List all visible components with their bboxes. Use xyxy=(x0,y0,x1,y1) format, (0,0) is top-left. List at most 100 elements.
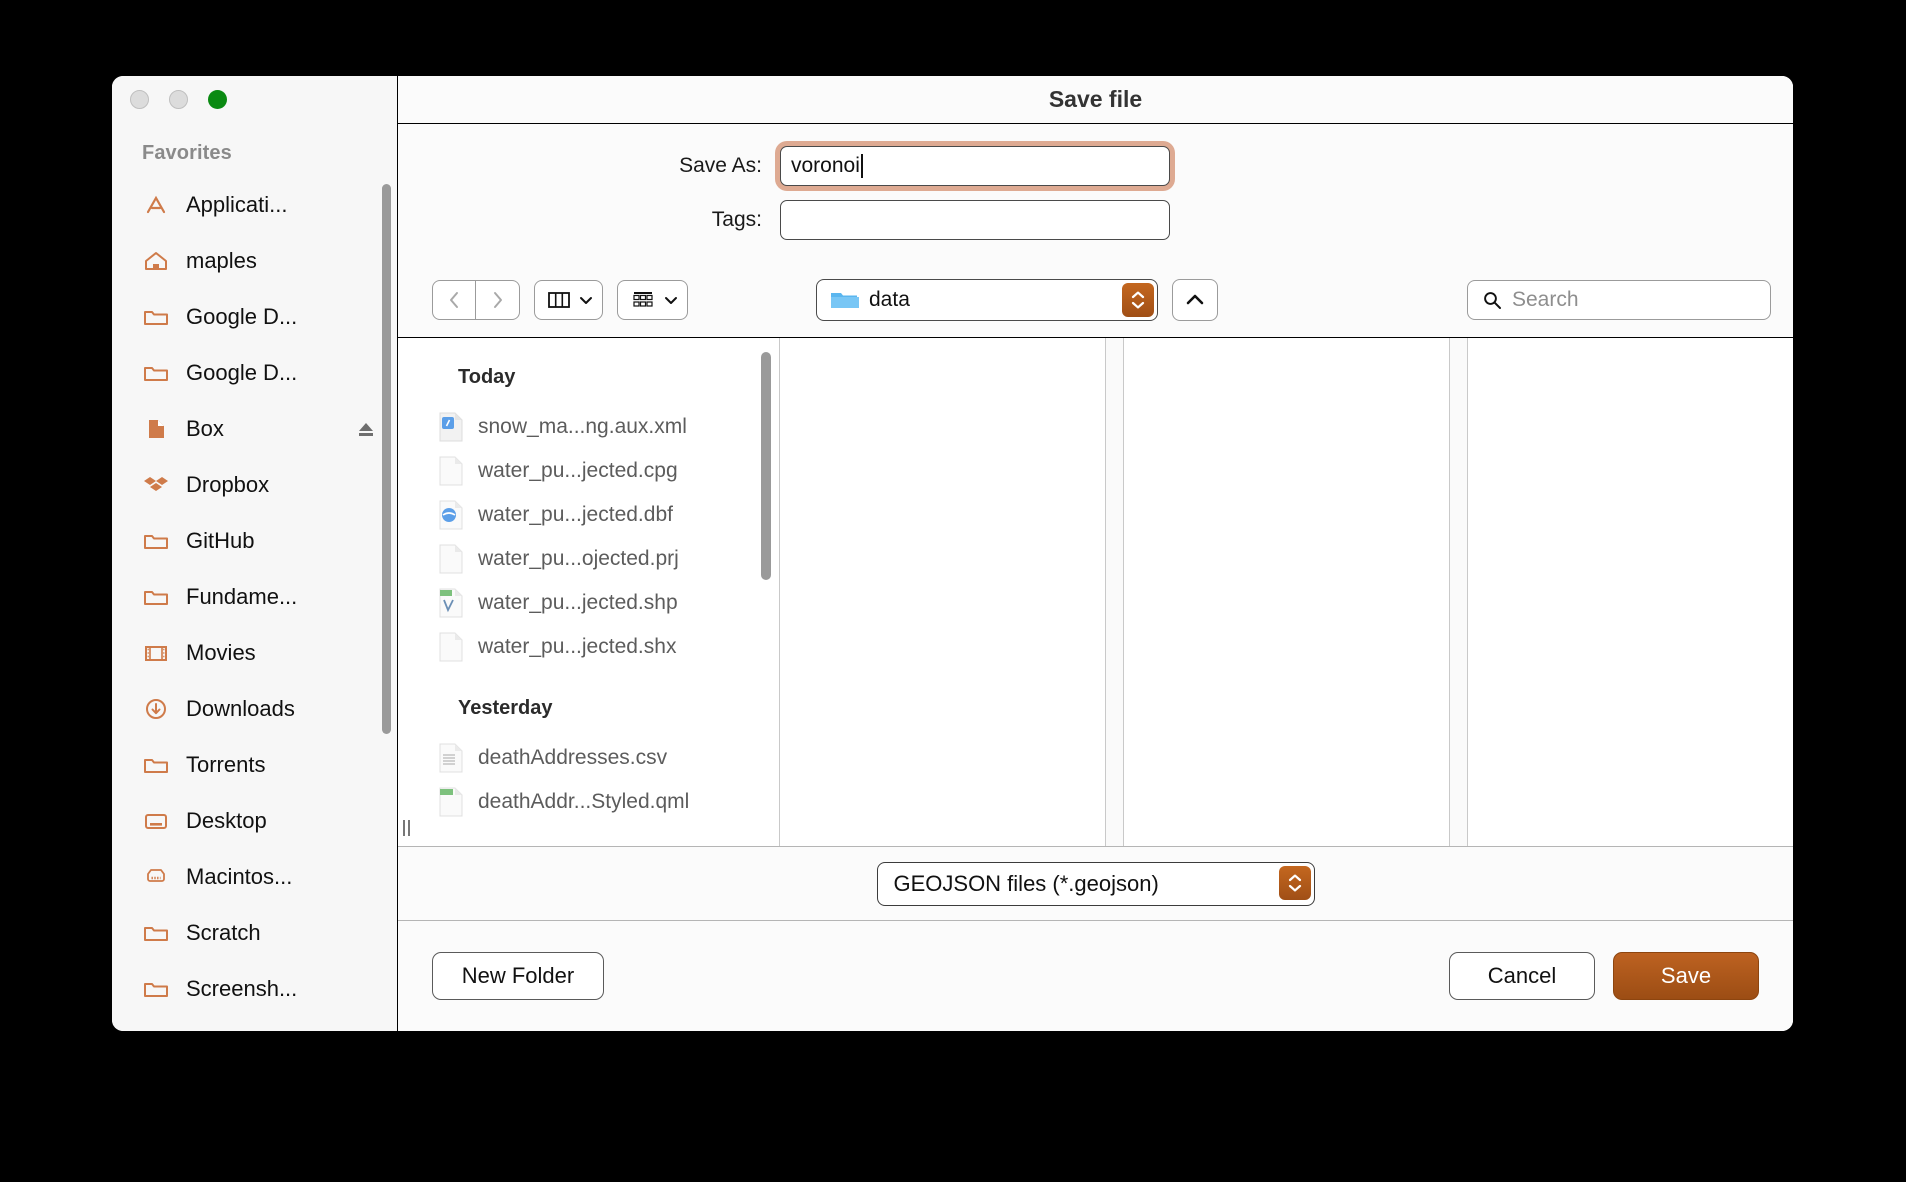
path-popup-button[interactable]: data xyxy=(816,278,1158,321)
sidebar-item-label: Box xyxy=(186,416,224,441)
minimize-button[interactable] xyxy=(169,90,188,109)
forward-button[interactable] xyxy=(476,279,520,320)
qml-file-icon xyxy=(438,787,464,817)
preview-column-2[interactable] xyxy=(1124,338,1450,846)
file-name: deathAddresses.csv xyxy=(478,746,668,769)
blank-file-icon xyxy=(438,632,464,662)
sidebar-item-torrents[interactable]: Torrents xyxy=(112,737,397,793)
sidebar-item-scratch[interactable]: Scratch xyxy=(112,905,397,961)
applications-icon xyxy=(142,191,170,219)
zoom-button[interactable] xyxy=(208,90,227,109)
list-item[interactable]: water_pu...jected.shp xyxy=(398,581,779,625)
sidebar-item-github[interactable]: GitHub xyxy=(112,513,397,569)
list-item[interactable]: deathAddresses.csv xyxy=(398,736,779,780)
chevron-right-icon xyxy=(493,291,502,308)
file-name: snow_ma...ng.aux.xml xyxy=(478,415,687,438)
sidebar: Favorites Applicati... maples Google D..… xyxy=(112,76,398,1031)
sidebar-item-label: Macintos... xyxy=(186,864,293,889)
preview-column-1[interactable] xyxy=(780,338,1106,846)
desktop-icon xyxy=(142,807,170,835)
back-button[interactable] xyxy=(432,279,476,320)
folder-icon xyxy=(142,527,170,555)
go-up-button[interactable] xyxy=(1172,278,1218,321)
sidebar-titlebar xyxy=(112,76,397,124)
list-item[interactable]: deathAddr...Styled.qml xyxy=(398,780,779,824)
nav-segment xyxy=(432,279,520,320)
sidebar-item-label: Dropbox xyxy=(186,472,270,497)
sidebar-item-label: Applicati... xyxy=(186,192,288,217)
sidebar-item-box[interactable]: Box xyxy=(112,401,397,457)
film-icon xyxy=(142,639,170,667)
file-list-scrollbar[interactable] xyxy=(761,352,771,580)
sidebar-item-maples[interactable]: maples xyxy=(112,233,397,289)
sidebar-item-screenshots[interactable]: Screensh... xyxy=(112,961,397,1017)
column-view-icon xyxy=(548,291,570,308)
list-item[interactable]: water_pu...jected.shx xyxy=(398,625,779,669)
chevron-up-icon xyxy=(1131,291,1145,298)
folder-icon xyxy=(142,751,170,779)
tags-input[interactable] xyxy=(780,200,1170,240)
save-as-row: Save As: voronoi xyxy=(398,146,1793,186)
file-list: Today snow_ma...ng.aux.xml water_pu...je… xyxy=(398,338,779,824)
view-column-button[interactable] xyxy=(534,279,603,320)
xml-file-icon xyxy=(438,412,464,442)
sidebar-item-fundamentals[interactable]: Fundame... xyxy=(112,569,397,625)
sidebar-item-google-drive-2[interactable]: Google D... xyxy=(112,345,397,401)
sidebar-item-label: Google D... xyxy=(186,360,298,385)
list-item[interactable]: water_pu...jected.dbf xyxy=(398,493,779,537)
file-type-stepper[interactable] xyxy=(1278,865,1311,900)
folder-icon xyxy=(142,975,170,1003)
column-divider-1 xyxy=(1106,338,1124,846)
sidebar-scrollbar[interactable] xyxy=(382,184,391,734)
sidebar-item-label: Screensh... xyxy=(186,976,298,1001)
blue-folder-icon xyxy=(831,292,859,308)
sidebar-item-label: Desktop xyxy=(186,808,267,833)
sidebar-item-desktop[interactable]: Desktop xyxy=(112,793,397,849)
sidebar-item-movies[interactable]: Movies xyxy=(112,625,397,681)
view-gallery-button[interactable] xyxy=(617,279,688,320)
screen: Favorites Applicati... maples Google D..… xyxy=(0,0,1906,1182)
blank-file-icon xyxy=(438,544,464,574)
file-type-dropdown[interactable]: GEOJSON files (*.geojson) xyxy=(876,861,1315,906)
save-button[interactable]: Save xyxy=(1613,952,1759,1000)
file-type-value: GEOJSON files (*.geojson) xyxy=(893,870,1159,896)
search-input[interactable]: Search xyxy=(1467,279,1771,320)
sidebar-item-dropbox[interactable]: Dropbox xyxy=(112,457,397,513)
group-header: Today xyxy=(458,366,516,388)
file-name: water_pu...jected.shp xyxy=(478,591,678,614)
eject-icon[interactable] xyxy=(355,418,377,440)
download-icon xyxy=(142,695,170,723)
folder-icon xyxy=(142,919,170,947)
sidebar-item-label: Scratch xyxy=(186,920,261,945)
sidebar-item-applications[interactable]: Applicati... xyxy=(112,177,397,233)
list-item[interactable]: water_pu...ojected.prj xyxy=(398,537,779,581)
document-icon xyxy=(142,415,170,443)
chevron-down-icon xyxy=(665,296,677,304)
preview-column-3[interactable] xyxy=(1468,338,1793,846)
column-resize-handle[interactable] xyxy=(403,820,415,836)
tags-row: Tags: xyxy=(398,200,1793,240)
sidebar-item-downloads[interactable]: Downloads xyxy=(112,681,397,737)
file-name: deathAddr...Styled.qml xyxy=(478,790,690,813)
save-file-dialog: Favorites Applicati... maples Google D..… xyxy=(112,76,1793,1031)
window-controls xyxy=(130,90,227,109)
save-as-input[interactable]: voronoi xyxy=(780,146,1170,186)
list-item[interactable]: water_pu...jected.cpg xyxy=(398,449,779,493)
new-folder-button[interactable]: New Folder xyxy=(432,952,604,1000)
gallery-view-icon xyxy=(633,291,653,307)
file-column[interactable]: Today snow_ma...ng.aux.xml water_pu...je… xyxy=(398,338,780,846)
sidebar-item-google-drive-1[interactable]: Google D... xyxy=(112,289,397,345)
group-header: Yesterday xyxy=(458,697,553,719)
list-item[interactable]: snow_ma...ng.aux.xml xyxy=(398,405,779,449)
path-stepper[interactable] xyxy=(1122,282,1154,317)
csv-file-icon xyxy=(438,743,464,773)
search-icon xyxy=(1484,291,1501,309)
sidebar-item-label: maples xyxy=(186,248,257,273)
shp-file-icon xyxy=(438,588,464,618)
cancel-button[interactable]: Cancel xyxy=(1449,952,1595,1000)
file-name: water_pu...jected.cpg xyxy=(478,459,678,482)
form-area: Save As: voronoi Tags: xyxy=(398,124,1793,262)
chevron-up-icon xyxy=(1186,294,1204,304)
close-button[interactable] xyxy=(130,90,149,109)
sidebar-item-macintosh-hd[interactable]: Macintos... xyxy=(112,849,397,905)
